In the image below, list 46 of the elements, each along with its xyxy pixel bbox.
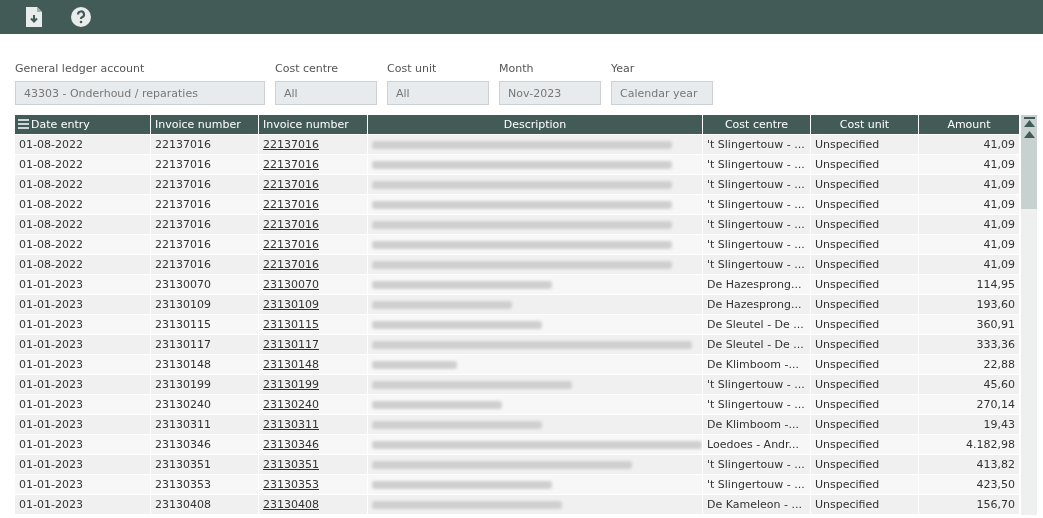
export-icon[interactable] bbox=[26, 7, 42, 27]
column-header[interactable]: Amount bbox=[918, 115, 1020, 135]
field-label: General ledger account bbox=[15, 62, 146, 75]
help-icon[interactable] bbox=[71, 7, 91, 27]
column-header[interactable]: Cost unit bbox=[810, 115, 919, 135]
table-cell: 01-08-2022 bbox=[15, 234, 151, 255]
scroll-up-icon[interactable] bbox=[1023, 131, 1035, 138]
table-cell: 01-08-2022 bbox=[15, 194, 151, 215]
column-header[interactable]: Description bbox=[367, 115, 703, 135]
table-cell: 01-01-2023 bbox=[15, 414, 151, 435]
table-cell: Unspecified bbox=[810, 134, 919, 155]
table-cell: 01-01-2023 bbox=[15, 334, 151, 355]
filter-field[interactable]: Calendar year bbox=[611, 81, 713, 105]
table-cell: 01-01-2023 bbox=[15, 294, 151, 315]
scroll-to-top-icon[interactable] bbox=[1023, 117, 1035, 127]
table-cell: 41,09 bbox=[918, 134, 1020, 155]
field-label: Year bbox=[611, 62, 636, 75]
table-cell: 01-08-2022 bbox=[15, 174, 151, 195]
scrollbar[interactable] bbox=[1021, 115, 1037, 515]
column-header[interactable]: Invoice number bbox=[150, 115, 259, 135]
table-cell: 01-01-2023 bbox=[15, 354, 151, 375]
table-cell: 01-01-2023 bbox=[15, 494, 151, 515]
table-cell: 01-01-2023 bbox=[15, 274, 151, 295]
table-cell: 01-01-2023 bbox=[15, 394, 151, 415]
table-cell: 01-01-2023 bbox=[15, 474, 151, 495]
table-cell: 01-01-2023 bbox=[15, 374, 151, 395]
table-cell: 01-08-2022 bbox=[15, 254, 151, 275]
column-header[interactable]: Date entry bbox=[15, 115, 151, 135]
filter-field[interactable]: All bbox=[387, 81, 489, 105]
column-header[interactable]: Cost centre bbox=[702, 115, 811, 135]
filter-field[interactable]: Nov-2023 bbox=[499, 81, 601, 105]
filter-field[interactable]: All bbox=[275, 81, 377, 105]
table-cell: 22137016 bbox=[150, 134, 259, 155]
field-label: Month bbox=[499, 62, 535, 75]
table-cell: 01-08-2022 bbox=[15, 154, 151, 175]
table-cell: 't Slingertouw - ... bbox=[702, 134, 811, 155]
table-cell: 01-08-2022 bbox=[15, 214, 151, 235]
field-label: Cost centre bbox=[275, 62, 340, 75]
table-cell: 01-01-2023 bbox=[15, 314, 151, 335]
column-header[interactable]: Invoice number bbox=[258, 115, 368, 135]
filter-field[interactable]: 43303 - Onderhoud / reparaties bbox=[15, 81, 265, 105]
field-label: Cost unit bbox=[387, 62, 438, 75]
table-cell: 01-08-2022 bbox=[15, 134, 151, 155]
menu-icon[interactable] bbox=[18, 119, 29, 129]
table-cell: 01-01-2023 bbox=[15, 434, 151, 455]
table-cell: 01-01-2023 bbox=[15, 454, 151, 475]
